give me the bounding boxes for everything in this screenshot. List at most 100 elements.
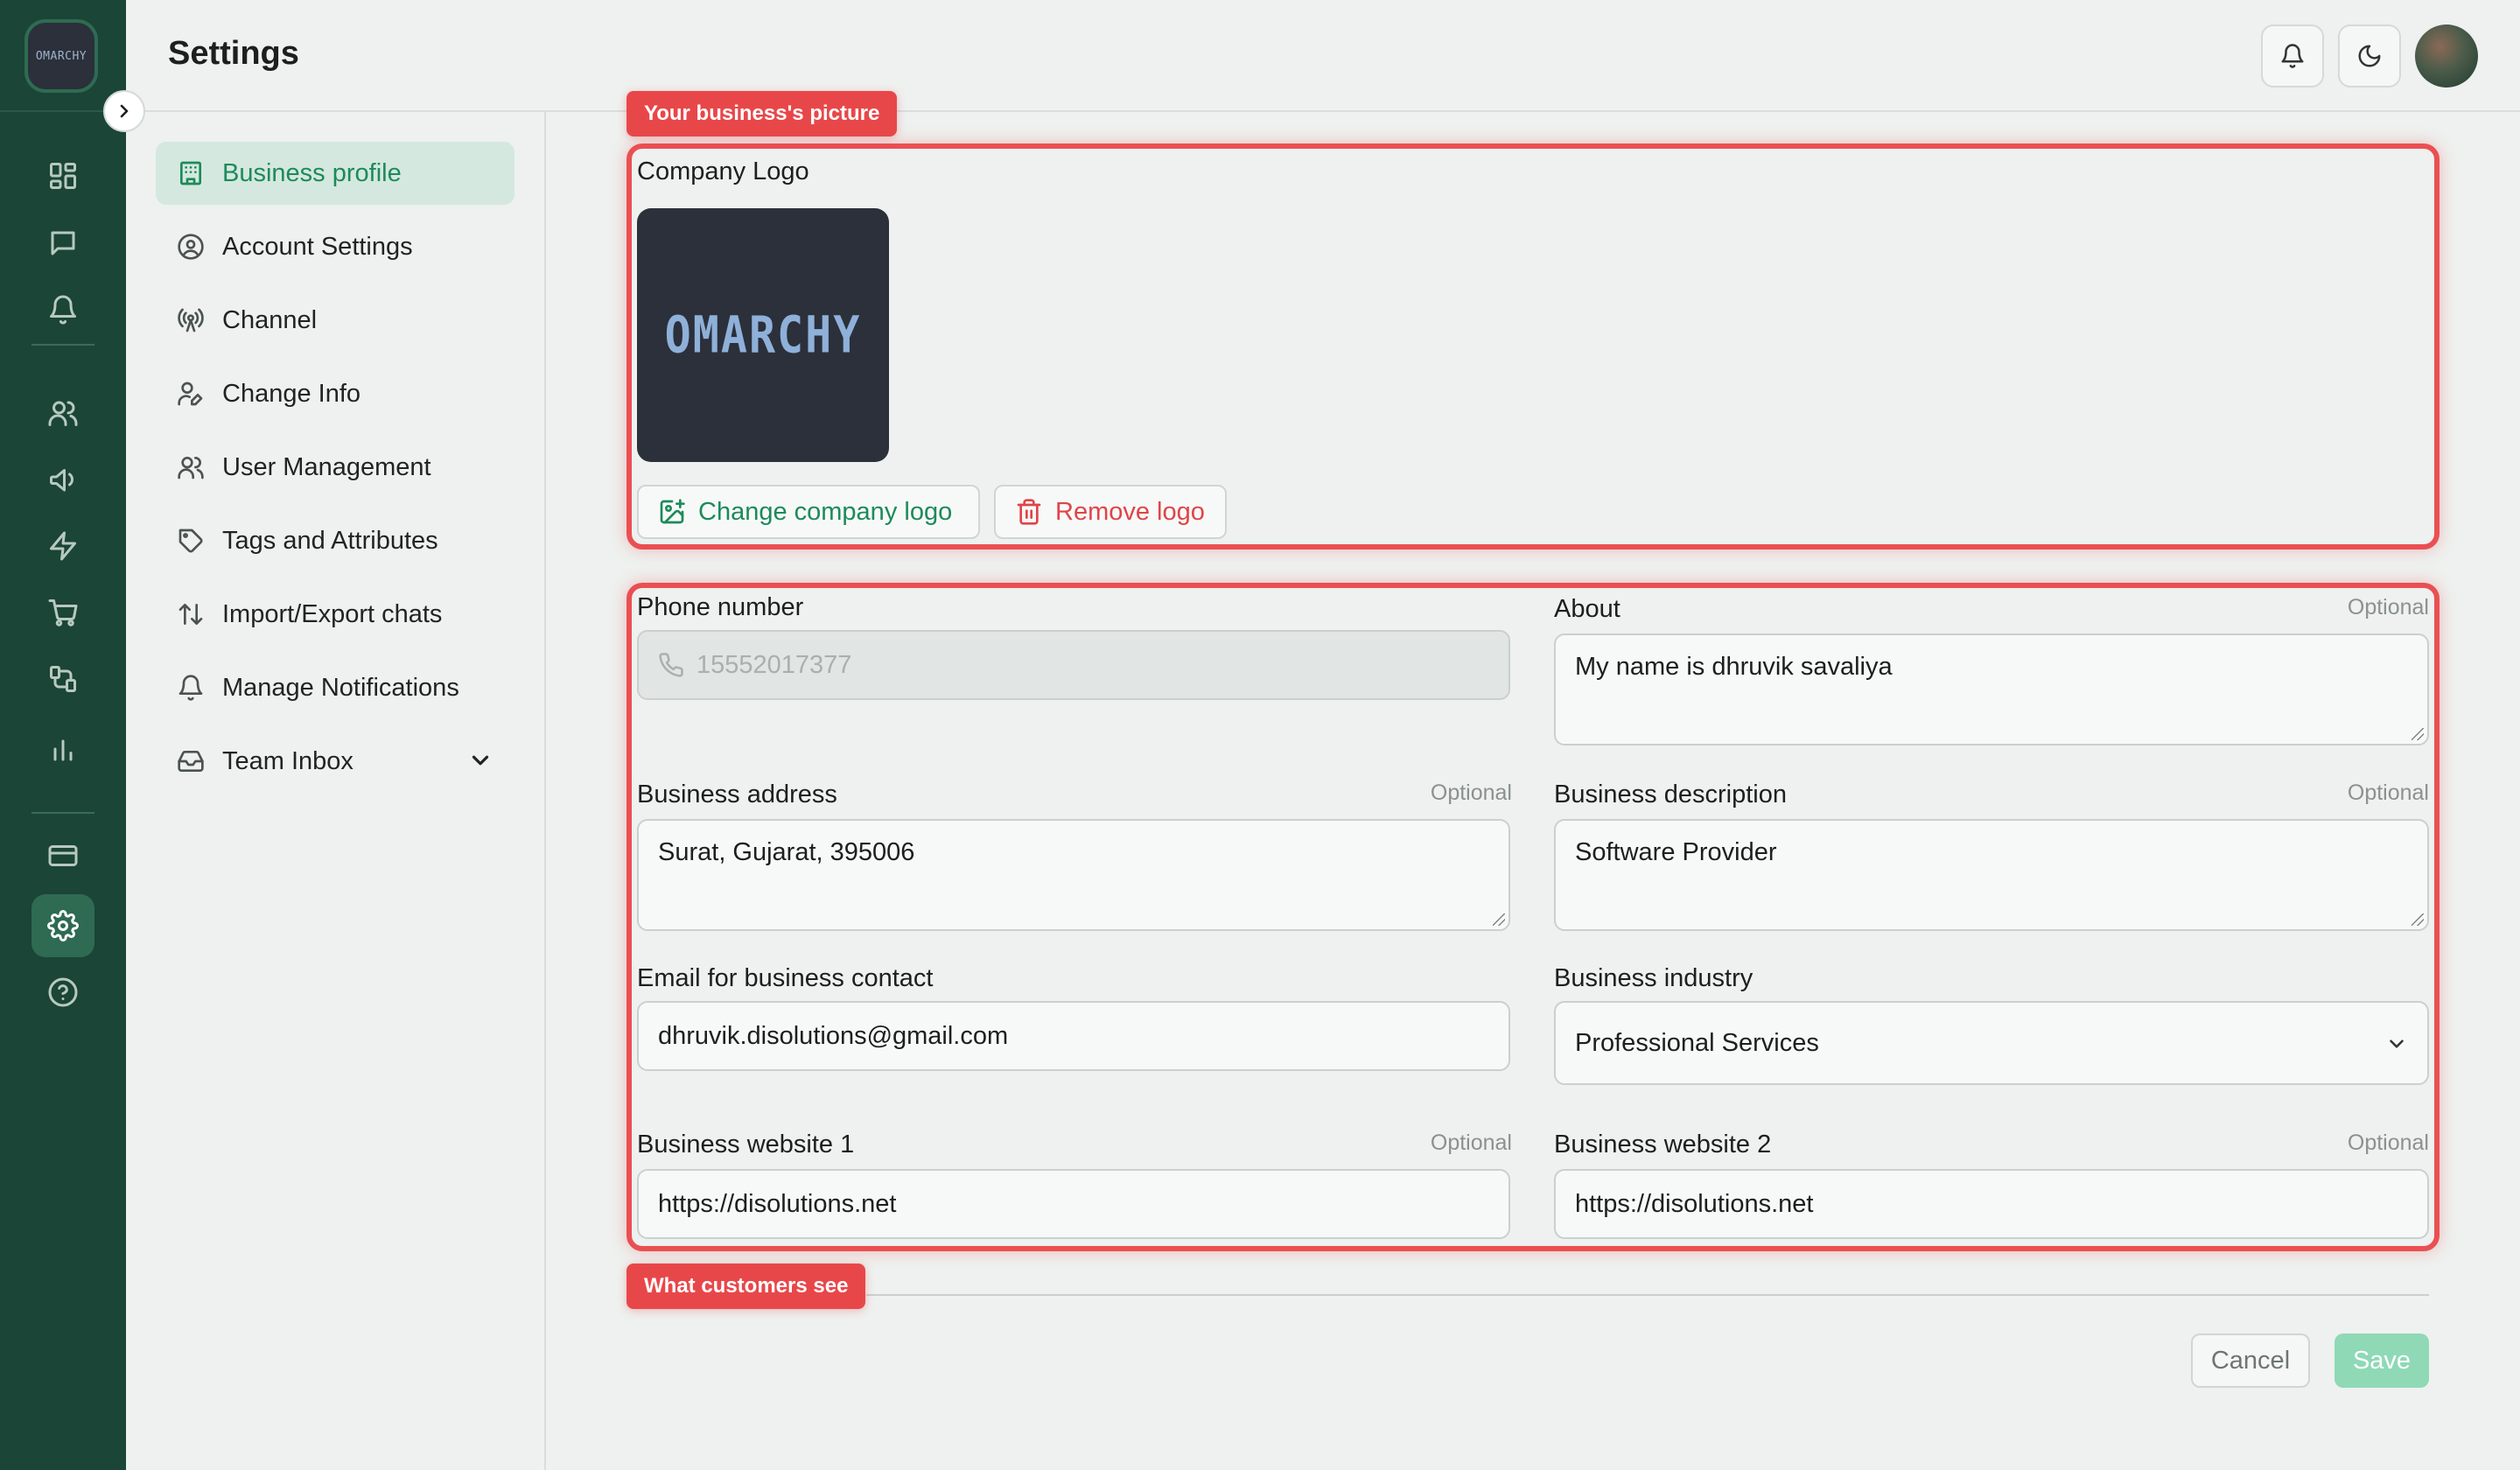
website2-value: https://disolutions.net [1575,1189,1814,1218]
industry-select[interactable]: Professional Services [1554,1001,2429,1085]
users-icon [178,457,204,480]
about-optional-hint: Optional [2347,595,2429,620]
chevron-down-icon[interactable] [467,747,494,774]
company-logo-label: Company Logo [637,158,809,186]
about-field[interactable]: My name is dhruvik savaliya [1554,634,2429,746]
page-title: Settings [168,35,299,72]
trash-icon [1017,499,1041,525]
nav-item-change-info[interactable]: Change Info [156,362,514,425]
website1-label: Business website 1 [637,1130,855,1158]
address-label: Business address [637,780,837,808]
phone-icon [659,653,683,677]
nav-item-label: Business profile [222,158,402,187]
nav-item-label: Team Inbox [222,746,354,775]
description-optional-hint: Optional [2347,780,2429,805]
megaphone-icon[interactable] [32,448,94,511]
phone-label: Phone number [637,593,804,621]
header-divider [126,110,2520,112]
address-value: Surat, Gujarat, 395006 [658,838,915,866]
nav-item-label: Channel [222,305,318,334]
website1-value: https://disolutions.net [658,1189,897,1218]
sidebar-toggle-button[interactable] [103,90,145,132]
save-button[interactable]: Save [2334,1334,2429,1388]
nav-item-label: Account Settings [222,232,413,261]
nav-item-business-profile[interactable]: Business profile [156,142,514,205]
nav-item-label: Tags and Attributes [222,526,438,555]
phone-value: 15552017377 [696,650,852,679]
chat-icon[interactable] [32,212,94,275]
description-field[interactable]: Software Provider [1554,819,2429,931]
building-icon [180,161,201,186]
change-logo-button[interactable]: Change company logo [637,485,980,539]
description-label: Business description [1554,780,1787,808]
about-label: About [1554,595,1620,623]
form-footer-divider [866,1294,2429,1296]
dashboard-icon[interactable] [32,144,94,207]
address-field[interactable]: Surat, Gujarat, 395006 [637,819,1510,931]
chevron-right-icon [120,104,129,118]
website2-field[interactable]: https://disolutions.net [1554,1169,2429,1239]
email-value: dhruvik.disolutions@gmail.com [658,1021,1009,1050]
app-logo-text: OMARCHY [35,49,88,63]
flow-icon[interactable] [32,648,94,710]
industry-label: Business industry [1554,964,1754,992]
avatar[interactable] [2415,24,2478,88]
settings-nav-border [544,112,546,1470]
annotation-tag-customers: What customers see [626,1264,866,1309]
theme-toggle-button[interactable] [2338,24,2401,88]
remove-logo-button[interactable]: Remove logo [994,485,1227,539]
industry-value: Professional Services [1575,1028,1819,1057]
nav-item-label: Change Info [222,379,361,408]
remove-logo-label: Remove logo [1055,497,1205,526]
company-logo-image: OMARCHY [637,208,889,462]
bell-icon [2281,44,2304,68]
chevron-down-icon [2385,1032,2408,1055]
card-icon[interactable] [32,824,94,887]
settings-icon[interactable] [32,894,94,957]
email-field[interactable]: dhruvik.disolutions@gmail.com [637,1001,1510,1071]
rail-separator [32,344,94,346]
nav-item-manage-notifications[interactable]: Manage Notifications [156,656,514,719]
nav-item-user-management[interactable]: User Management [156,436,514,499]
company-logo-text: OMARCHY [664,305,862,365]
lightning-icon[interactable] [32,514,94,578]
resize-handle[interactable] [1493,914,1505,926]
app-logo[interactable]: OMARCHY [24,19,98,93]
nav-item-label: Manage Notifications [222,673,459,702]
nav-item-team-inbox[interactable]: Team Inbox [156,730,514,793]
nav-item-label: User Management [222,452,431,481]
bar-chart-icon[interactable] [32,718,94,780]
moon-icon [2358,45,2381,67]
cancel-button[interactable]: Cancel [2191,1334,2310,1388]
nav-item-account-settings[interactable]: Account Settings [156,215,514,278]
image-plus-icon [660,499,685,524]
website1-field[interactable]: https://disolutions.net [637,1169,1510,1239]
change-logo-label: Change company logo [698,497,953,526]
cart-icon[interactable] [32,581,94,644]
app-rail: OMARCHY [0,0,126,1470]
notifications-button[interactable] [2261,24,2324,88]
resize-handle[interactable] [2412,914,2424,926]
nav-item-tags-attributes[interactable]: Tags and Attributes [156,509,514,572]
address-optional-hint: Optional [1430,780,1512,805]
website1-optional-hint: Optional [1430,1130,1512,1155]
rail-separator [32,812,94,814]
nav-item-import-export[interactable]: Import/Export chats [156,583,514,646]
resize-handle[interactable] [2412,728,2424,740]
tag-icon [178,528,203,553]
bell-icon[interactable] [32,278,94,341]
user-edit-icon [178,382,203,406]
annotation-tag-picture: Your business's picture [626,91,898,136]
inbox-icon [178,751,204,772]
user-circle-icon [178,234,204,260]
users-icon[interactable] [32,382,94,444]
description-value: Software Provider [1575,838,1777,866]
nav-item-label: Import/Export chats [222,599,443,628]
phone-field: 15552017377 [637,630,1510,700]
nav-item-channel[interactable]: Channel [156,289,514,352]
website2-label: Business website 2 [1554,1130,1772,1158]
help-icon[interactable] [32,961,94,1024]
bell-icon [178,675,203,701]
email-label: Email for business contact [637,964,934,992]
about-value: My name is dhruvik savaliya [1575,653,1893,681]
